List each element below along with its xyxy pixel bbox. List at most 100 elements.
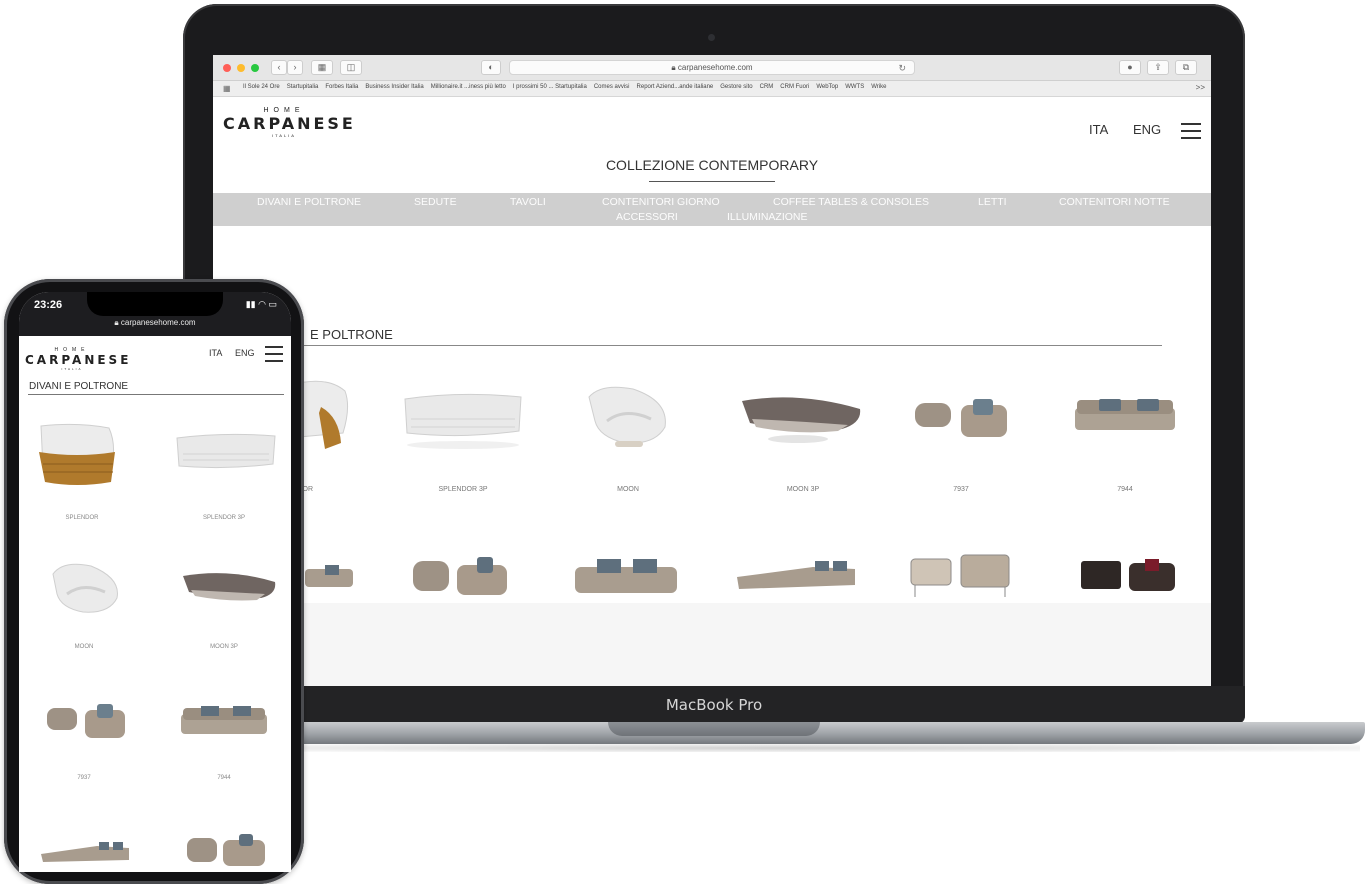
phone-product-image-row4-1[interactable] <box>39 840 131 864</box>
product-image-7937[interactable] <box>913 395 1011 443</box>
phone-product-image-7944[interactable] <box>179 704 269 738</box>
bookmark-item[interactable]: CRM <box>760 84 774 90</box>
phone-product-image-splendor-3p[interactable] <box>175 432 277 476</box>
bookmark-item[interactable]: WebTop <box>816 84 838 90</box>
category-coffee-tables-consoles[interactable]: COFFEE TABLES & CONSOLES <box>773 196 929 208</box>
address-bar[interactable]: 🔒︎ carpanesehome.com ↻ <box>509 60 915 75</box>
product-image-splendor[interactable] <box>299 377 351 453</box>
logo-brand-text: CARPANESE <box>223 114 356 133</box>
laptop-base-notch <box>608 722 820 736</box>
collection-title: COLLEZIONE CONTEMPORARY <box>605 157 819 173</box>
extension-icon[interactable]: ● <box>1119 60 1141 75</box>
bookmark-item[interactable]: Comes avvisi <box>594 84 630 90</box>
privacy-shield-icon[interactable]: ◐ <box>481 60 501 75</box>
product-image-7944[interactable] <box>1073 396 1177 436</box>
product-image-moon-3p[interactable] <box>738 391 866 447</box>
bookmark-item[interactable]: CRM Fuori <box>780 84 809 90</box>
logo-home-text: HOME <box>263 107 305 114</box>
close-window-button[interactable] <box>223 64 231 72</box>
bookmarks-grid-icon[interactable]: ▦ <box>223 84 231 93</box>
phone-screen: 23:26 ▮▮ ◠ ▭ 🔒︎ carpanesehome.com HOME C… <box>19 292 291 872</box>
site-logo[interactable]: HOME CARPANESE ITALIA <box>223 107 356 138</box>
bookmark-item[interactable]: Gestore sito <box>720 84 752 90</box>
lang-eng-link[interactable]: ENG <box>1133 122 1161 137</box>
logo-country-text: ITALIA <box>272 133 296 138</box>
signal-wifi-battery-icon: ▮▮ ◠ ▭ <box>245 299 277 309</box>
laptop-screen: ‹ › ▦ ◫ ◐ 🔒︎ carpanesehome.com ↻ ● ⇪ ⧉ ▦… <box>213 55 1211 686</box>
category-contenitori-giorno[interactable]: CONTENITORI GIORNO <box>602 196 720 208</box>
product-image-row2-5[interactable] <box>909 551 1013 599</box>
bookmark-item[interactable]: Millionaire.it ...iness più letto <box>431 84 506 90</box>
minimize-window-button[interactable] <box>237 64 245 72</box>
bookmark-item[interactable]: Startupitalia <box>287 84 319 90</box>
phone-lang-eng-link[interactable]: ENG <box>235 348 255 358</box>
category-accessori[interactable]: ACCESSORI <box>616 211 678 223</box>
product-label-splendor-3p[interactable]: SPLENDOR 3P <box>403 486 523 493</box>
reload-icon[interactable]: ↻ <box>898 61 906 75</box>
category-contenitori-notte[interactable]: CONTENITORI NOTTE <box>1059 196 1170 208</box>
phone-hamburger-menu-icon[interactable] <box>265 346 283 367</box>
back-button[interactable]: ‹ <box>271 60 287 75</box>
product-image-moon[interactable] <box>585 381 671 453</box>
product-label-7944[interactable]: 7944 <box>1065 486 1185 493</box>
browser-toolbar: ‹ › ▦ ◫ ◐ 🔒︎ carpanesehome.com ↻ ● ⇪ ⧉ <box>213 55 1211 81</box>
category-tavoli[interactable]: TAVOLI <box>510 196 546 208</box>
phone-logo-brand-text: CARPANESE <box>25 353 132 367</box>
forward-button[interactable]: › <box>287 60 303 75</box>
product-image-row2-3[interactable] <box>573 555 679 597</box>
phone-product-label-moon[interactable]: MOON <box>29 644 139 650</box>
category-letti[interactable]: LETTI <box>978 196 1007 208</box>
phone-status-bar: 23:26 ▮▮ ◠ ▭ 🔒︎ carpanesehome.com <box>19 292 291 336</box>
bookmark-item[interactable]: Forbes Italia <box>325 84 358 90</box>
category-illuminazione[interactable]: ILLUMINAZIONE <box>727 211 808 223</box>
address-bar-url: carpanesehome.com <box>677 63 753 72</box>
product-image-row2-1[interactable] <box>305 561 355 591</box>
bookmark-item[interactable]: Wrike <box>871 84 886 90</box>
phone-product-image-7937[interactable] <box>45 702 127 742</box>
laptop-camera <box>708 34 715 41</box>
bookmark-item[interactable]: Il Sole 24 Ore <box>243 84 280 90</box>
bookmark-item[interactable]: Report Aziend...ande italiane <box>637 84 714 90</box>
phone-product-label-splendor-3p[interactable]: SPLENDOR 3P <box>169 515 279 521</box>
product-image-row2-6[interactable] <box>1079 555 1179 595</box>
phone-product-image-moon-3p[interactable] <box>179 568 279 610</box>
phone-product-label-moon-3p[interactable]: MOON 3P <box>169 644 279 650</box>
phone-product-label-splendor[interactable]: SPLENDOR <box>27 515 137 521</box>
laptop-shadow <box>200 744 1360 752</box>
product-label-7937[interactable]: 7937 <box>901 486 1021 493</box>
product-label-moon-3p[interactable]: MOON 3P <box>743 486 863 493</box>
page-bottom-fade <box>213 603 1211 686</box>
section-title-underline <box>253 345 1162 346</box>
phone-product-label-7944[interactable]: 7944 <box>169 775 279 781</box>
product-image-row2-2[interactable] <box>411 555 511 599</box>
bookmarks-more-button[interactable]: >> <box>1196 83 1205 92</box>
laptop-brand-label: MacBook Pro <box>665 696 763 714</box>
tabs-overview-icon[interactable]: ⧉ <box>1175 60 1197 75</box>
sidebar-icon[interactable]: ◫ <box>340 60 362 75</box>
phone-logo-country-text: ITALIA <box>61 367 83 371</box>
grid-view-icon[interactable]: ▦ <box>311 60 333 75</box>
phone-lang-ita-link[interactable]: ITA <box>209 348 222 358</box>
product-image-row2-4[interactable] <box>733 557 859 593</box>
collection-title-underline <box>649 181 775 182</box>
phone-address-bar[interactable]: 🔒︎ carpanesehome.com <box>19 318 291 328</box>
phone-notch <box>87 292 223 316</box>
phone-product-image-splendor[interactable] <box>37 422 119 488</box>
bookmark-item[interactable]: WWTS <box>845 84 864 90</box>
phone-product-image-row4-2[interactable] <box>185 832 267 868</box>
bookmark-item[interactable]: I prossimi 50 ... Startupitalia <box>513 84 587 90</box>
lang-ita-link[interactable]: ITA <box>1089 122 1108 137</box>
hamburger-menu-icon[interactable] <box>1181 123 1201 144</box>
phone-product-image-moon[interactable] <box>49 560 123 618</box>
category-nav: DIVANI E POLTRONE SEDUTE TAVOLI CONTENIT… <box>213 193 1211 226</box>
product-image-splendor-3p[interactable] <box>401 389 525 451</box>
category-sedute[interactable]: SEDUTE <box>414 196 457 208</box>
zoom-window-button[interactable] <box>251 64 259 72</box>
share-icon[interactable]: ⇪ <box>1147 60 1169 75</box>
product-label-moon[interactable]: MOON <box>568 486 688 493</box>
phone-product-label-7937[interactable]: 7937 <box>29 775 139 781</box>
phone-site-logo[interactable]: HOME CARPANESE ITALIA <box>25 347 132 371</box>
bookmark-item[interactable]: Business Insider Italia <box>365 84 423 90</box>
category-divani-poltrone[interactable]: DIVANI E POLTRONE <box>257 196 361 208</box>
laptop-chin: MacBook Pro <box>183 686 1245 724</box>
